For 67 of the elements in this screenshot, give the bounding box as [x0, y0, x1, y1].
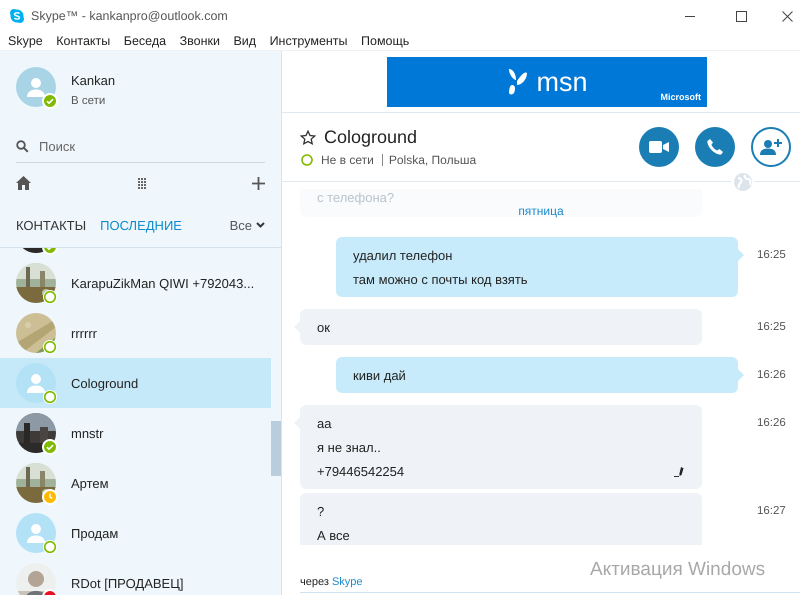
message-text: киви дай: [353, 368, 406, 382]
profile-status: В сети: [71, 95, 106, 107]
message-text: аа: [317, 416, 332, 430]
contact-row[interactable]: Cologround: [0, 358, 271, 408]
call-button[interactable]: [695, 127, 735, 167]
contact-name: Артем: [71, 476, 109, 490]
menu-item[interactable]: Skype: [8, 34, 43, 48]
menu-item[interactable]: Помощь: [361, 34, 410, 48]
message-time: 16:27: [757, 504, 786, 519]
contact-row[interactable]: rrrrrr: [0, 308, 271, 358]
ad-company: Microsoft: [660, 92, 701, 102]
message-text: +79446542254: [317, 464, 404, 478]
menu-item[interactable]: Звонки: [180, 34, 220, 48]
contact-title: Cologround: [324, 127, 418, 148]
contact-name: mnstr: [71, 426, 104, 440]
contact-name: rrrrrr: [71, 326, 97, 340]
maximize-icon: [736, 10, 746, 22]
message-text: удалил телефон: [353, 248, 452, 262]
chevron-down-icon: [256, 222, 265, 228]
menu-item[interactable]: Контакты: [56, 34, 110, 48]
video-camera-icon: [649, 141, 669, 153]
footer-text: через Skype: [300, 576, 800, 593]
contact-name: Cologround: [71, 376, 138, 390]
contact-status: Не в сети: [321, 153, 374, 167]
contact-row[interactable]: RDot [ПРОДАВЕЦ]: [0, 558, 271, 595]
butterfly-icon: [506, 67, 528, 97]
close-icon: [782, 10, 793, 22]
window-title: Skype™ - kankanpro@outlook.com: [31, 9, 229, 23]
message-text: А все: [317, 528, 350, 542]
ad-banner[interactable]: msn Microsoft: [387, 57, 707, 107]
message-time: 16:25: [757, 248, 786, 263]
contact-location: Polska, Польша: [382, 154, 476, 166]
profile-name: Kankan: [71, 73, 116, 88]
phone-icon: [707, 139, 723, 155]
search-field[interactable]: Поиск: [39, 139, 219, 154]
skype-logo-icon: [9, 8, 25, 24]
add-contact-button[interactable]: [751, 127, 791, 167]
contact-name: KarapuZikMan QIWI +792043...: [71, 276, 254, 290]
filter-dropdown[interactable]: Все: [230, 218, 265, 232]
contact-row[interactable]: Продам: [0, 508, 271, 558]
message-text: ?: [317, 504, 324, 518]
skype-link[interactable]: Skype: [332, 576, 363, 588]
ad-brand: msn: [536, 68, 588, 96]
message-time: 16:26: [757, 416, 786, 431]
add-person-icon: [760, 139, 782, 155]
message-time: 16:25: [757, 320, 786, 335]
contact-name: Продам: [71, 526, 118, 540]
tab[interactable]: КОНТАКТЫ: [16, 218, 86, 232]
message-time: 16:26: [757, 368, 786, 383]
message-text: там можно с почты код взять: [353, 272, 528, 286]
contact-row[interactable]: Артем: [0, 458, 271, 508]
dialpad-icon[interactable]: [138, 178, 146, 188]
star-icon[interactable]: [300, 130, 316, 146]
plus-icon[interactable]: [252, 176, 265, 190]
video-call-button[interactable]: [639, 127, 679, 167]
contact-row[interactable]: KarapuZikMan QIWI +792043...: [0, 258, 271, 308]
search-icon: [16, 140, 29, 153]
menu-item[interactable]: Вид: [233, 34, 256, 48]
date-separator: пятница: [518, 204, 564, 218]
message-text: ок: [317, 320, 330, 334]
menu-item[interactable]: Беседа: [124, 34, 166, 48]
message-text: я не знал..: [317, 440, 381, 454]
menu-item[interactable]: Инструменты: [270, 34, 348, 48]
home-icon[interactable]: [16, 176, 31, 190]
contact-name: RDot [ПРОДАВЕЦ]: [71, 576, 184, 590]
scrollbar-thumb[interactable]: [271, 421, 281, 476]
contact-row[interactable]: mnstr: [0, 408, 271, 458]
